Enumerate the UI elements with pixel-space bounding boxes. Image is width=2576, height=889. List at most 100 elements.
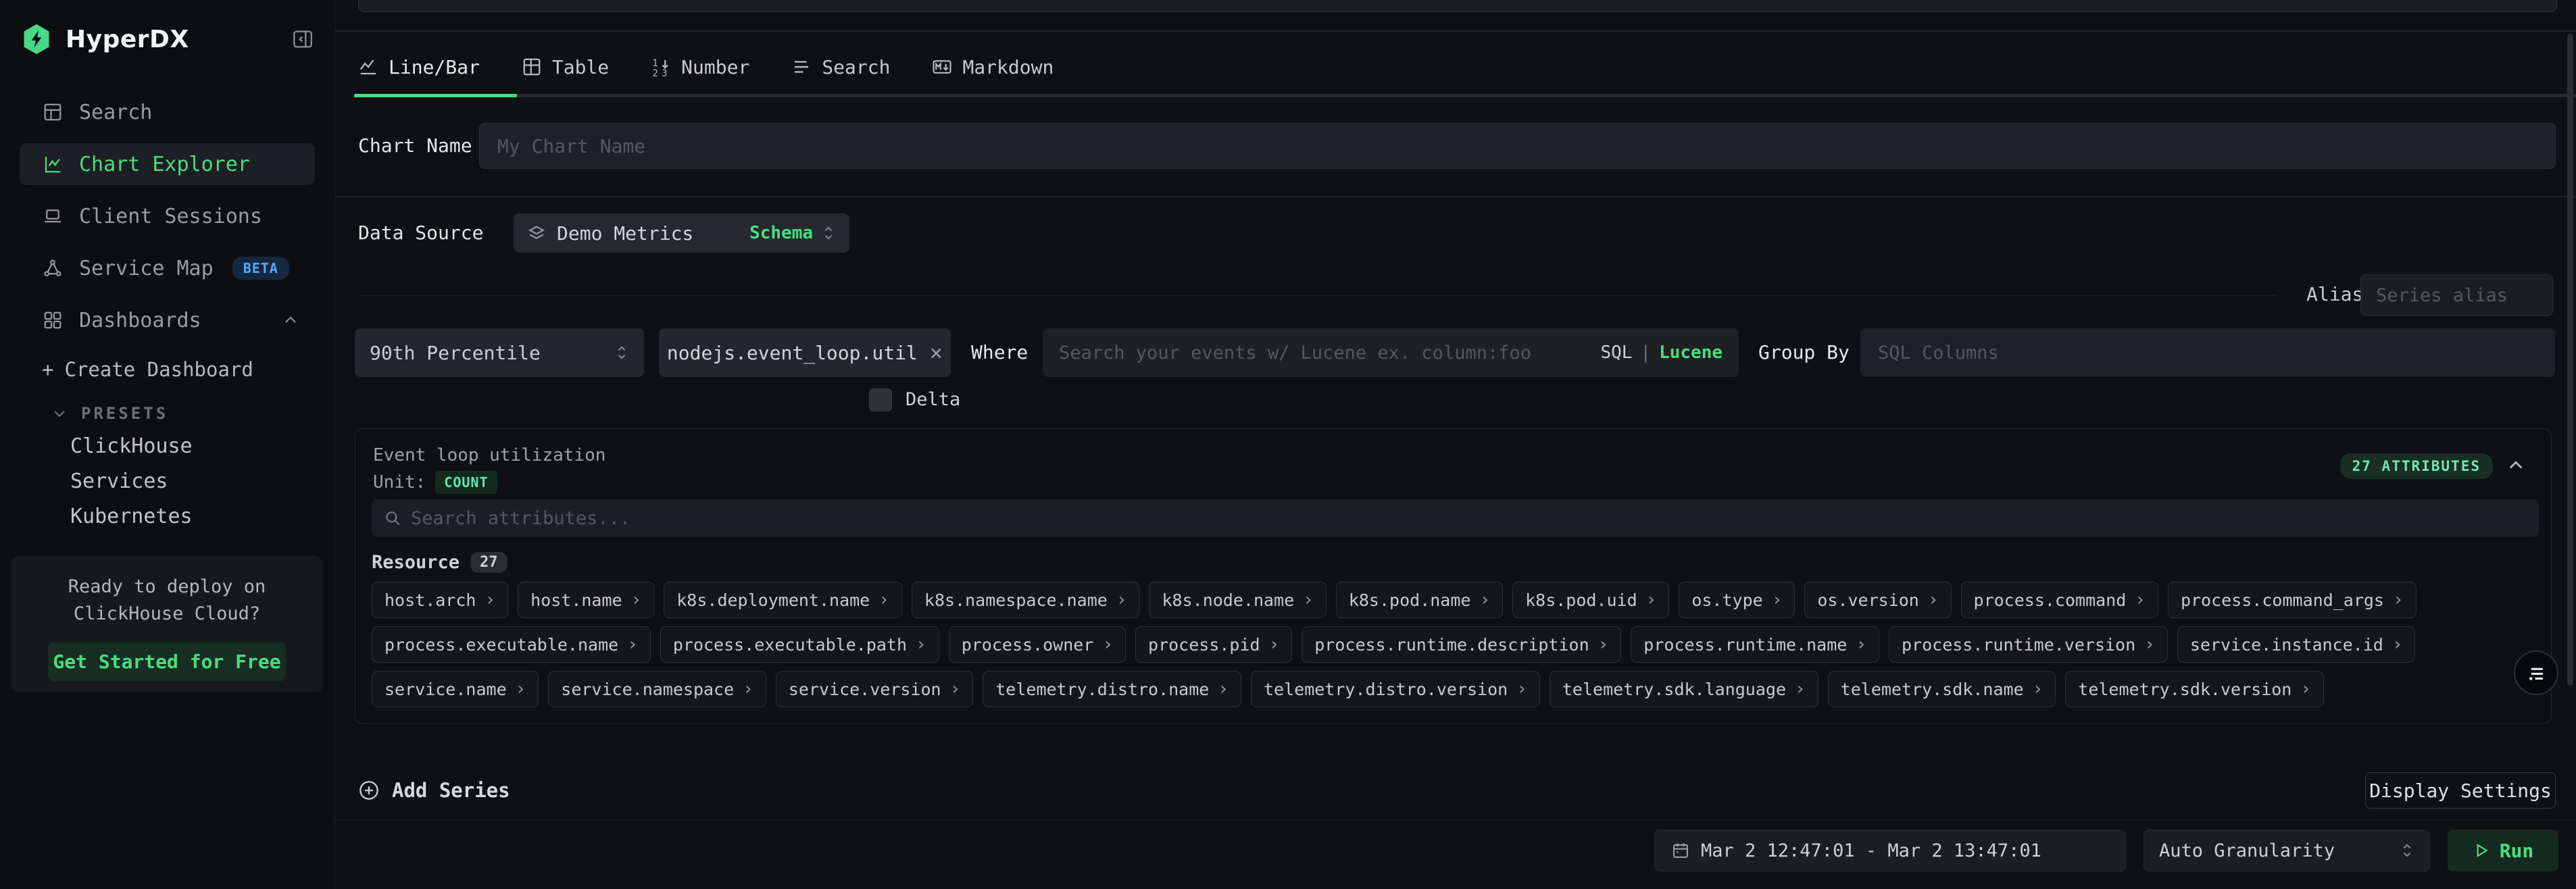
preset-item-clickhouse[interactable]: ClickHouse bbox=[70, 428, 321, 463]
attribute-chip[interactable]: service.version› bbox=[776, 671, 973, 707]
attribute-chip[interactable]: service.name› bbox=[372, 671, 539, 707]
granularity-select[interactable]: Auto Granularity bbox=[2144, 830, 2430, 871]
remove-metric-icon[interactable]: × bbox=[930, 342, 943, 363]
time-range-picker[interactable]: Mar 2 12:47:01 - Mar 2 13:47:01 bbox=[1654, 830, 2126, 871]
line-chart-icon bbox=[43, 154, 63, 174]
attribute-name: service.instance.id bbox=[2190, 635, 2383, 655]
attribute-chip[interactable]: k8s.deployment.name› bbox=[664, 582, 902, 618]
display-settings-button[interactable]: Display Settings bbox=[2365, 772, 2556, 809]
delta-checkbox[interactable] bbox=[869, 388, 892, 411]
preset-item-kubernetes[interactable]: Kubernetes bbox=[70, 499, 321, 534]
tab-label: Search bbox=[822, 56, 890, 78]
chevron-right-icon: › bbox=[950, 679, 961, 699]
series-row: 90th Percentile nodejs.event_loop.util ×… bbox=[335, 328, 2576, 377]
chevron-right-icon: › bbox=[516, 679, 526, 699]
preset-list: ClickHouseServicesKubernetes bbox=[70, 428, 321, 534]
tab-label: Line/Bar bbox=[389, 56, 480, 78]
attribute-chip-list: host.arch› host.name› k8s.deployment.name›… bbox=[372, 582, 2535, 707]
add-series-button[interactable]: Add Series bbox=[358, 774, 510, 807]
chevron-right-icon: › bbox=[1598, 634, 1609, 655]
schema-link[interactable]: Schema bbox=[749, 223, 813, 243]
attribute-search-input[interactable]: Search attributes... bbox=[372, 499, 2539, 537]
sidebar-item-dashboards[interactable]: Dashboards bbox=[20, 299, 315, 341]
attribute-chip[interactable]: process.runtime.name› bbox=[1631, 626, 1879, 663]
chart-name-row: Chart Name bbox=[335, 123, 2576, 169]
attribute-chip[interactable]: service.namespace› bbox=[548, 671, 766, 707]
metric-chip[interactable]: nodejs.event_loop.util × bbox=[659, 328, 951, 377]
where-input[interactable]: Search your events w/ Lucene ex. column:… bbox=[1043, 328, 1739, 377]
attribute-chip[interactable]: host.name› bbox=[518, 582, 654, 618]
attribute-chip[interactable]: telemetry.sdk.language› bbox=[1550, 671, 1818, 707]
aggregation-select[interactable]: 90th Percentile bbox=[355, 328, 644, 377]
attribute-name: os.version bbox=[1817, 590, 1919, 610]
sidebar-item-service-map[interactable]: Service MapBETA bbox=[20, 247, 315, 289]
granularity-value: Auto Granularity bbox=[2159, 840, 2335, 861]
preset-item-services[interactable]: Services bbox=[70, 463, 321, 499]
attribute-name: process.runtime.name bbox=[1643, 635, 1847, 655]
attribute-chip[interactable]: telemetry.sdk.version› bbox=[2065, 671, 2324, 707]
run-button[interactable]: Run bbox=[2448, 830, 2558, 871]
attribute-chip[interactable]: process.command_args› bbox=[2168, 582, 2417, 618]
group-by-input[interactable] bbox=[1860, 328, 2555, 377]
attribute-chip[interactable]: k8s.namespace.name› bbox=[912, 582, 1140, 618]
attribute-name: process.pid bbox=[1148, 635, 1260, 655]
attribute-chip[interactable]: k8s.pod.uid› bbox=[1512, 582, 1669, 618]
attribute-chip[interactable]: process.runtime.description› bbox=[1302, 626, 1621, 663]
attribute-chip[interactable]: k8s.node.name› bbox=[1149, 582, 1326, 618]
sql-toggle[interactable]: SQL bbox=[1600, 342, 1632, 363]
presets-section-toggle[interactable]: PRESETS bbox=[51, 397, 168, 430]
toggle-divider: | bbox=[1640, 342, 1651, 363]
scrollbar[interactable] bbox=[2567, 34, 2573, 686]
where-placeholder: Search your events w/ Lucene ex. column:… bbox=[1059, 342, 1531, 363]
attribute-chip[interactable]: host.arch› bbox=[372, 582, 508, 618]
lucene-toggle[interactable]: Lucene bbox=[1659, 342, 1723, 363]
attribute-chip[interactable]: process.runtime.version› bbox=[1889, 626, 2168, 663]
alias-input[interactable] bbox=[2360, 274, 2553, 316]
attribute-chip[interactable]: k8s.pod.name› bbox=[1336, 582, 1503, 618]
tab-line-bar[interactable]: Line/Bar bbox=[358, 56, 480, 78]
feedback-fab[interactable] bbox=[2514, 651, 2558, 695]
data-source-label: Data Source bbox=[358, 213, 483, 253]
attribute-name: process.executable.name bbox=[385, 635, 618, 655]
get-started-button[interactable]: Get Started for Free bbox=[48, 642, 286, 681]
chevron-right-icon: › bbox=[1116, 590, 1127, 610]
active-tab-underline bbox=[354, 94, 517, 97]
app-root: HyperDX SearchChart ExplorerClient Sessi… bbox=[0, 0, 2576, 889]
chevron-right-icon: › bbox=[1516, 679, 1527, 699]
collapse-sidebar-icon[interactable] bbox=[291, 28, 314, 51]
attribute-chip[interactable]: telemetry.distro.version› bbox=[1251, 671, 1540, 707]
attribute-name: service.namespace bbox=[561, 680, 734, 699]
attribute-chip[interactable]: process.executable.name› bbox=[372, 626, 651, 663]
attribute-chip[interactable]: process.owner› bbox=[949, 626, 1126, 663]
sidebar-item-client-sessions[interactable]: Client Sessions bbox=[20, 195, 315, 237]
chart-name-input[interactable] bbox=[479, 123, 2556, 169]
sidebar-item-search[interactable]: Search bbox=[20, 91, 315, 133]
tab-markdown[interactable]: Markdown bbox=[932, 56, 1054, 78]
tab-label: Markdown bbox=[962, 56, 1054, 78]
laptop-icon bbox=[43, 206, 63, 226]
attribute-chip[interactable]: os.type› bbox=[1679, 582, 1795, 618]
tab-number[interactable]: 123Number bbox=[651, 56, 749, 78]
chevron-right-icon: › bbox=[2135, 590, 2146, 610]
collapse-panel-icon[interactable] bbox=[2506, 456, 2525, 475]
unit-badge: COUNT bbox=[435, 471, 497, 494]
attribute-chip[interactable]: telemetry.sdk.name› bbox=[1828, 671, 2056, 707]
plus-circle-icon bbox=[358, 780, 380, 801]
sidebar-item-chart-explorer[interactable]: Chart Explorer bbox=[20, 143, 315, 185]
chevron-right-icon: › bbox=[1218, 679, 1229, 699]
attribute-chip[interactable]: process.pid› bbox=[1135, 626, 1292, 663]
layers-icon bbox=[527, 224, 546, 243]
attribute-chip[interactable]: process.command› bbox=[1961, 582, 2158, 618]
tab-table[interactable]: Table bbox=[522, 56, 609, 78]
attribute-chip[interactable]: os.version› bbox=[1804, 582, 1951, 618]
alias-label: Alias bbox=[2306, 273, 2363, 316]
resource-count-badge: 27 bbox=[470, 552, 507, 573]
attribute-chip[interactable]: service.instance.id› bbox=[2177, 626, 2416, 663]
attribute-chip[interactable]: process.executable.path› bbox=[660, 626, 939, 663]
tab-search[interactable]: Search bbox=[791, 56, 890, 78]
svg-text:3: 3 bbox=[662, 68, 667, 77]
data-source-select[interactable]: Demo Metrics Schema bbox=[514, 213, 849, 253]
resource-group-header: Resource 27 bbox=[372, 552, 507, 573]
attribute-chip[interactable]: telemetry.distro.name› bbox=[983, 671, 1241, 707]
create-dashboard-button[interactable]: + Create Dashboard bbox=[42, 353, 253, 386]
